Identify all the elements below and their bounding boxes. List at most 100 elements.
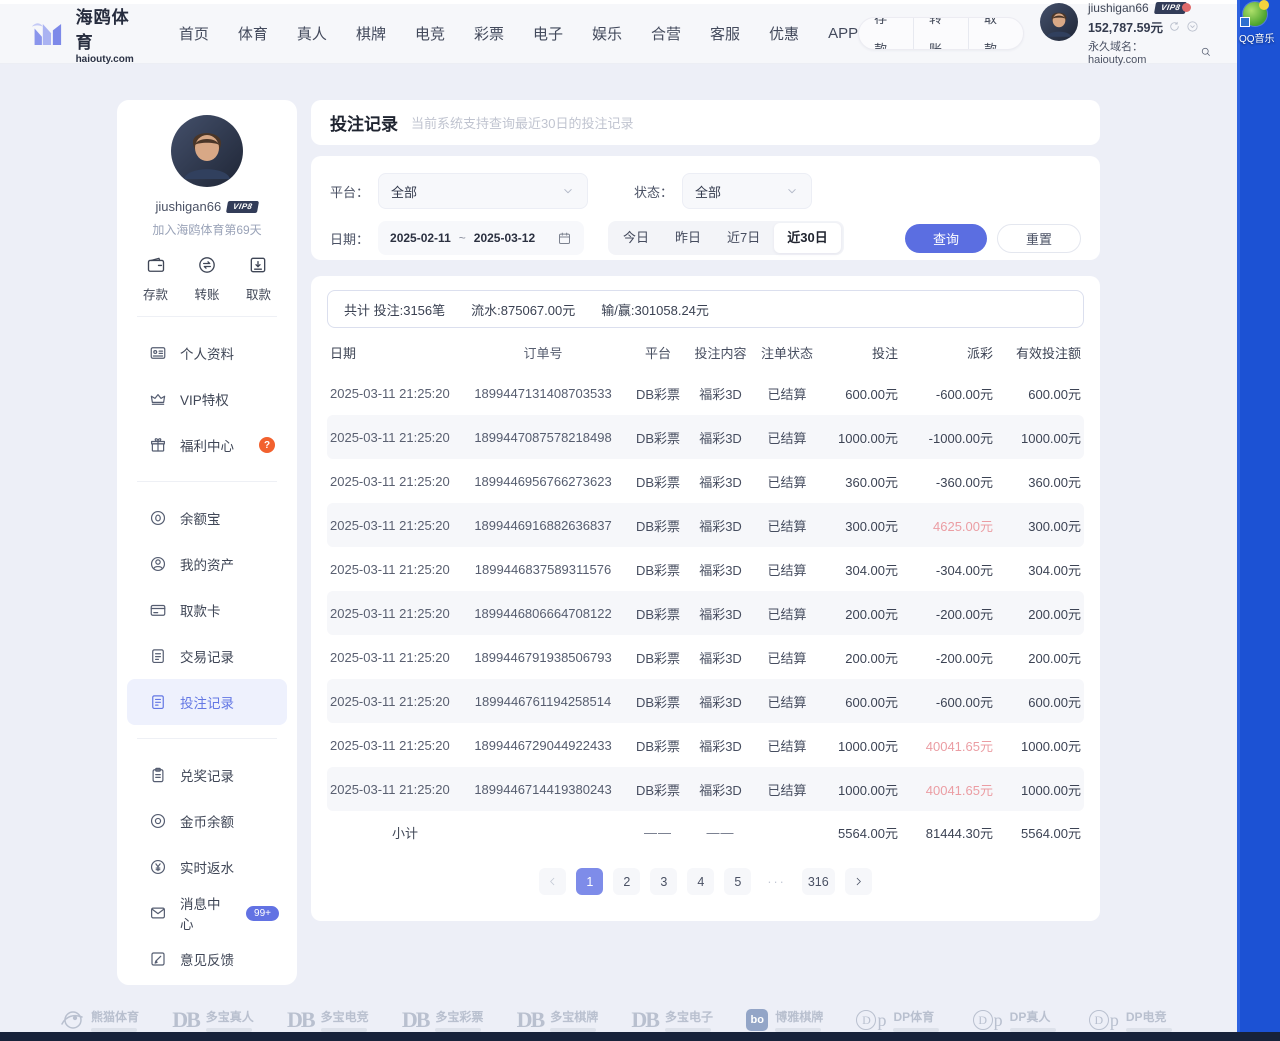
cell-valid: 360.00元 <box>993 472 1081 491</box>
page-button-3[interactable]: 3 <box>650 868 677 895</box>
partner-logos: 熊猫体育DB多宝真人DB多宝电竞DB多宝彩票DB多宝棋牌DB多宝电子bo博雅棋牌… <box>60 1008 1172 1032</box>
sidebar-item-transactions[interactable]: 交易记录 <box>117 633 297 679</box>
partner-name: 多宝彩票 <box>435 1008 483 1025</box>
nav-item-优惠[interactable]: 优惠 <box>769 23 799 44</box>
range-近7日[interactable]: 近7日 <box>714 223 773 253</box>
cell-order: 1899446837589311576 <box>458 562 628 577</box>
col-header: 投注 <box>821 343 898 362</box>
sidebar-item-label: 投注记录 <box>180 692 234 712</box>
nav-item-电竞[interactable]: 电竞 <box>415 23 445 44</box>
partner-多宝真人: DB多宝真人 <box>172 1008 254 1032</box>
range-昨日[interactable]: 昨日 <box>662 223 714 253</box>
cell-status: 已结算 <box>753 736 821 755</box>
cell-platform: DB彩票 <box>628 384 688 403</box>
prev-page-button[interactable] <box>539 868 566 895</box>
quick-deposit-button[interactable]: 存款 <box>143 255 168 303</box>
cell-valid: 600.00元 <box>993 692 1081 711</box>
cell-content: 福彩3D <box>688 384 753 403</box>
deposit-button[interactable]: 存款 <box>859 17 913 50</box>
page-button-4[interactable]: 4 <box>687 868 714 895</box>
next-page-button[interactable] <box>845 868 872 895</box>
cell-content: 福彩3D <box>688 692 753 711</box>
balance-dropdown-icon[interactable] <box>1186 20 1199 33</box>
cell-content: 福彩3D <box>688 736 753 755</box>
range-今日[interactable]: 今日 <box>610 223 662 253</box>
date-separator: ~ <box>459 231 466 245</box>
nav-item-首页[interactable]: 首页 <box>179 23 209 44</box>
sidebar-quick-actions: 存款转账取款 <box>117 255 297 303</box>
summary-bar: 共计 投注:3156笔 流水:875067.00元 输/赢:301058.24元 <box>327 290 1084 328</box>
quick-withdraw-button[interactable]: 取款 <box>246 255 271 303</box>
sidebar-item-coin-balance[interactable]: 金币余额 <box>117 798 297 844</box>
sidebar-item-yuebao[interactable]: 余额宝 <box>117 495 297 541</box>
col-header: 有效投注额 <box>993 343 1081 362</box>
nav-item-APP[interactable]: APP <box>828 25 858 42</box>
page-button-316[interactable]: 316 <box>802 868 835 895</box>
nav-item-彩票[interactable]: 彩票 <box>474 23 504 44</box>
subtotal-row: 小计————5564.00元81444.30元5564.00元 <box>327 811 1084 853</box>
nav-item-棋牌[interactable]: 棋牌 <box>356 23 386 44</box>
notification-dot <box>1182 3 1191 12</box>
nav-item-电子[interactable]: 电子 <box>533 23 563 44</box>
cell-payout: -304.00元 <box>898 560 993 579</box>
nav-item-合营[interactable]: 合营 <box>651 23 681 44</box>
col-header: 平台 <box>628 343 688 362</box>
withdraw-button[interactable]: 取款 <box>968 17 1023 50</box>
range-近30日[interactable]: 近30日 <box>774 223 840 253</box>
page-button-2[interactable]: 2 <box>613 868 640 895</box>
header-user-area[interactable]: jiushigan66 VIP8 152,787.59元 永久域名：haiout… <box>1040 1 1211 66</box>
page-button-5[interactable]: 5 <box>724 868 751 895</box>
cell-bet: 600.00元 <box>821 384 898 403</box>
transfer-button[interactable]: 转账 <box>913 17 968 50</box>
nav-item-娱乐[interactable]: 娱乐 <box>592 23 622 44</box>
quick-transfer-button[interactable]: 转账 <box>194 255 219 303</box>
nav-item-客服[interactable]: 客服 <box>710 23 740 44</box>
nav-item-真人[interactable]: 真人 <box>297 23 327 44</box>
rebate-icon <box>149 858 167 876</box>
sidebar-item-profile[interactable]: 个人资料 <box>117 330 297 376</box>
cell-order: 1899446791938506793 <box>458 650 628 665</box>
cell-payout: -360.00元 <box>898 472 993 491</box>
sidebar-item-label: 余额宝 <box>180 508 221 528</box>
brand-logo[interactable]: 海鸥体育 haiouty.com <box>30 3 145 65</box>
query-button[interactable]: 查询 <box>905 224 987 253</box>
cell-date: 2025-03-11 21:25:20 <box>330 430 458 445</box>
status-select[interactable]: 全部 <box>682 173 812 209</box>
desktop-background: QQ音乐 <box>1237 0 1280 1041</box>
nav-item-体育[interactable]: 体育 <box>238 23 268 44</box>
feedback-icon <box>149 950 167 968</box>
platform-select[interactable]: 全部 <box>378 173 588 209</box>
cell-payout: -600.00元 <box>898 384 993 403</box>
sidebar-item-withdraw-card[interactable]: 取款卡 <box>117 587 297 633</box>
page-button-1[interactable]: 1 <box>576 868 603 895</box>
quick-range-segment: 今日昨日近7日近30日 <box>608 221 844 255</box>
coin-icon <box>149 812 167 830</box>
table-row: 2025-03-11 21:25:201899446729044922433DB… <box>327 723 1084 767</box>
sidebar-item-messages[interactable]: 消息中心99+ <box>117 890 297 936</box>
sidebar-item-rebate[interactable]: 实时返水 <box>117 844 297 890</box>
sidebar-item-prize-records[interactable]: 兑奖记录 <box>117 752 297 798</box>
cell-status: 已结算 <box>753 780 821 799</box>
sidebar-item-bet-records[interactable]: 投注记录 <box>127 679 287 725</box>
balance: 152,787.59元 <box>1088 17 1163 36</box>
sidebar-item-feedback[interactable]: 意见反馈 <box>117 936 297 982</box>
refresh-balance-icon[interactable] <box>1168 20 1181 33</box>
reset-button[interactable]: 重置 <box>997 224 1081 253</box>
profile-avatar[interactable] <box>171 115 243 187</box>
sidebar-item-welfare[interactable]: 福利中心? <box>117 422 297 468</box>
search-icon[interactable] <box>1200 46 1211 58</box>
profile-vip-badge: VIP8 <box>226 201 259 213</box>
cell-bet: 200.00元 <box>821 604 898 623</box>
avatar[interactable] <box>1040 3 1078 41</box>
date-range-input[interactable]: 2025-02-11 ~ 2025-03-12 <box>378 221 584 255</box>
card-icon <box>149 601 167 619</box>
summary-turnover: 流水:875067.00元 <box>471 300 575 319</box>
cell-platform: DB彩票 <box>628 780 688 799</box>
permanent-domain: 永久域名：haiouty.com <box>1088 38 1196 66</box>
db-logo-icon: DB <box>517 1008 544 1032</box>
qq-music-icon[interactable] <box>1243 2 1267 26</box>
sidebar-item-assets[interactable]: 我的资产 <box>117 541 297 587</box>
title-card: 投注记录 当前系统支持查询最近30日的投注记录 <box>311 100 1100 145</box>
sidebar-item-vip[interactable]: VIP特权 <box>117 376 297 422</box>
table-row: 2025-03-11 21:25:201899446956766273623DB… <box>327 459 1084 503</box>
